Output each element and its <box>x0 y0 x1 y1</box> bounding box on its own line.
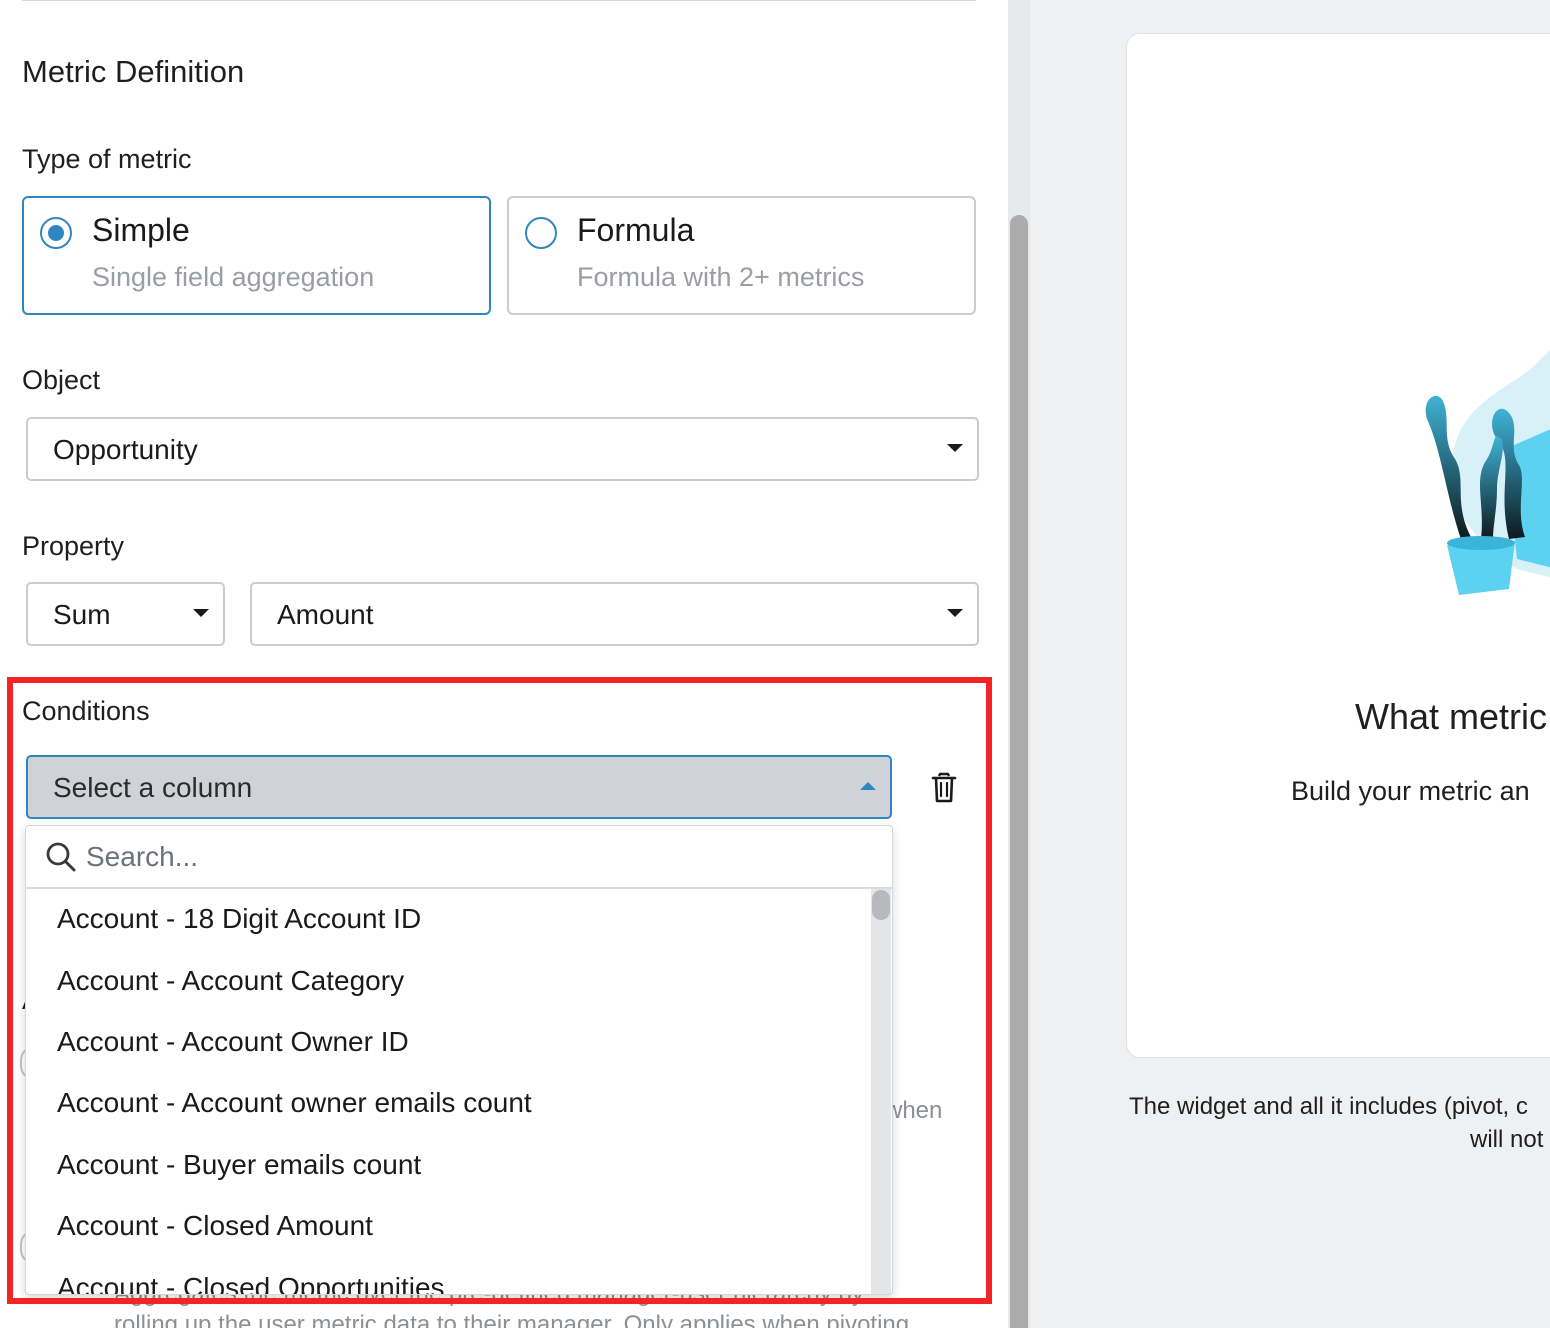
object-label: Object <box>22 365 101 395</box>
property-field-select-value: Amount <box>277 599 374 630</box>
preview-panel: What metric Build your metric an The wid… <box>1030 0 1550 1328</box>
chevron-down-icon <box>947 609 963 617</box>
preview-card: What metric Build your metric an <box>1126 33 1550 1058</box>
preview-footnote: will not <box>1470 1126 1544 1153</box>
metric-editor-panel: Metric Definition Type of metric Simple … <box>0 0 1008 1328</box>
section-title: Metric Definition <box>22 54 245 89</box>
radio-checked-icon <box>40 217 72 249</box>
empty-state-subtitle: Build your metric an <box>1291 776 1530 806</box>
divider <box>22 0 976 1</box>
plant-illustration <box>1425 349 1550 595</box>
aggregation-select-value: Sum <box>53 599 111 630</box>
preview-footnote: The widget and all it includes (pivot, c <box>1129 1093 1528 1120</box>
option-subtitle: Formula with 2+ metrics <box>577 262 865 292</box>
chevron-down-icon <box>947 444 963 452</box>
metric-type-formula-option[interactable]: Formula Formula with 2+ metrics <box>507 196 976 315</box>
property-field-select[interactable]: Amount <box>250 582 979 646</box>
option-title: Formula <box>577 212 695 248</box>
highlight-annotation <box>7 677 992 1304</box>
radio-unchecked-icon <box>525 217 557 249</box>
chevron-down-icon <box>193 609 209 617</box>
object-select-value: Opportunity <box>53 434 198 465</box>
page-scrollbar-thumb[interactable] <box>1010 215 1028 1328</box>
rollup-description-line: rolling up the user metric data to their… <box>114 1311 910 1328</box>
metric-type-simple-option[interactable]: Simple Single field aggregation <box>22 196 491 315</box>
empty-state-title: What metric <box>1355 696 1548 737</box>
type-of-metric-label: Type of metric <box>22 144 192 174</box>
option-title: Simple <box>92 212 190 248</box>
property-label: Property <box>22 531 125 561</box>
option-subtitle: Single field aggregation <box>92 262 375 292</box>
object-select[interactable]: Opportunity <box>26 417 979 481</box>
aggregation-select[interactable]: Sum <box>26 582 225 646</box>
